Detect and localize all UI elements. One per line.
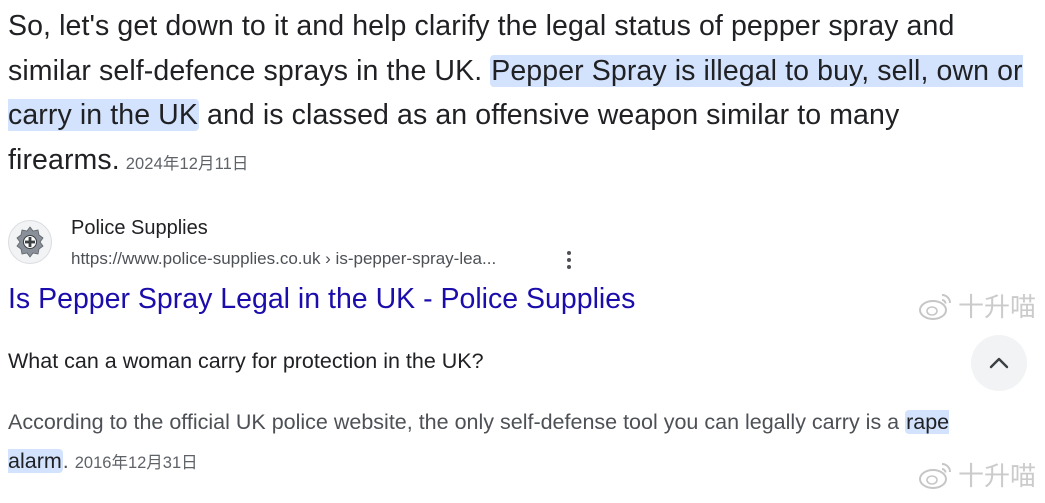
weibo-icon bbox=[919, 462, 951, 489]
watermark-text: 十升喵 bbox=[958, 293, 1037, 323]
faq-question[interactable]: What can a woman carry for protection in… bbox=[8, 349, 484, 374]
result-title-link[interactable]: Is Pepper Spray Legal in the UK - Police… bbox=[8, 283, 635, 316]
police-badge-icon bbox=[8, 220, 52, 264]
chevron-up-icon bbox=[989, 357, 1009, 369]
source-info[interactable]: Police Supplies https://www.police-suppl… bbox=[8, 214, 708, 274]
answer-date: 2016年12月31日 bbox=[74, 454, 198, 472]
answer-text: According to the official UK police webs… bbox=[8, 410, 906, 434]
more-options-icon[interactable] bbox=[559, 246, 579, 274]
faq-answer: According to the official UK police webs… bbox=[8, 403, 1038, 483]
watermark: 十升喵 bbox=[918, 456, 1036, 493]
site-url[interactable]: https://www.police-supplies.co.uk › is-p… bbox=[71, 249, 496, 269]
site-name[interactable]: Police Supplies bbox=[71, 217, 208, 240]
answer-text-end: . bbox=[62, 449, 69, 473]
featured-snippet: So, let's get down to it and help clarif… bbox=[8, 4, 1043, 186]
collapse-button[interactable] bbox=[971, 335, 1027, 391]
snippet-date: 2024年12月11日 bbox=[125, 154, 249, 173]
weibo-icon bbox=[919, 293, 951, 320]
watermark: 十升喵 bbox=[918, 287, 1036, 324]
watermark-text: 十升喵 bbox=[958, 462, 1037, 492]
